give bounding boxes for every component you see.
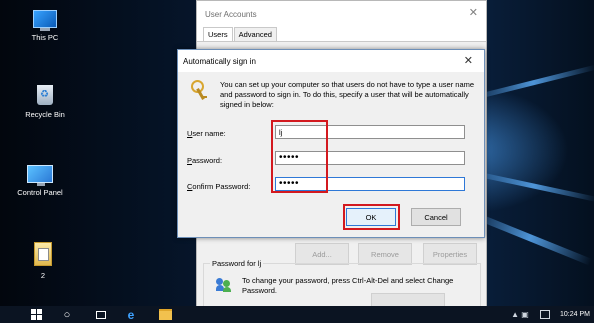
desktop-icon-file-2[interactable]: 2 bbox=[8, 242, 78, 280]
file-icon bbox=[34, 242, 52, 266]
dialog-titlebar: Automatically sign in ✕ bbox=[178, 50, 484, 72]
light-beam bbox=[469, 64, 594, 101]
keys-icon bbox=[190, 80, 210, 102]
window-title: User Accounts bbox=[205, 10, 257, 19]
tab-users[interactable]: Users bbox=[203, 27, 233, 41]
taskbar-clock[interactable]: 10:24 PM bbox=[560, 308, 594, 321]
light-beam bbox=[469, 170, 594, 202]
tab-bar: Users Advanced bbox=[203, 27, 278, 41]
password-label: Password: bbox=[187, 156, 223, 165]
user-name-label: User name: bbox=[187, 129, 226, 138]
password-group-legend: Password for lj bbox=[210, 259, 264, 268]
remove-user-button[interactable]: Remove bbox=[358, 243, 412, 265]
desktop-icon-label: Recycle Bin bbox=[25, 110, 65, 119]
annotation-highlight-fields bbox=[271, 120, 328, 193]
desktop-icon-control-panel[interactable]: Control Panel bbox=[5, 165, 75, 197]
taskbar: ○ e ▲ ▣ 10:24 PM bbox=[0, 306, 594, 323]
dialog-info-text: You can set up your computer so that use… bbox=[220, 80, 475, 109]
properties-button[interactable]: Properties bbox=[423, 243, 477, 265]
users-icon bbox=[216, 278, 232, 292]
recycle-bin-icon bbox=[37, 85, 53, 105]
edge-browser-icon[interactable]: e bbox=[124, 308, 138, 322]
search-icon[interactable]: ○ bbox=[60, 308, 74, 321]
close-icon[interactable]: ✕ bbox=[464, 54, 473, 67]
desktop-icon-label: This PC bbox=[31, 33, 59, 42]
desktop-icon-recycle-bin[interactable]: Recycle Bin bbox=[10, 85, 80, 119]
notifications-icon[interactable] bbox=[538, 308, 552, 321]
add-user-button[interactable]: Add... bbox=[295, 243, 349, 265]
this-pc-icon bbox=[33, 10, 57, 31]
close-icon[interactable]: ✕ bbox=[469, 6, 478, 19]
system-tray-icons[interactable]: ▲ ▣ bbox=[502, 308, 538, 321]
desktop-icon-this-pc[interactable]: This PC bbox=[10, 10, 80, 42]
auto-signin-dialog: Automatically sign in ✕ You can set up y… bbox=[177, 49, 485, 238]
light-beam bbox=[468, 210, 592, 266]
file-explorer-icon[interactable] bbox=[157, 308, 173, 321]
tab-advanced[interactable]: Advanced bbox=[233, 27, 277, 41]
dialog-title: Automatically sign in bbox=[183, 57, 256, 66]
task-view-icon[interactable] bbox=[94, 308, 108, 321]
cancel-button[interactable]: Cancel bbox=[411, 208, 461, 226]
desktop-icon-label: 2 bbox=[40, 271, 46, 280]
confirm-password-label: Confirm Password: bbox=[187, 182, 251, 191]
user-accounts-titlebar: User Accounts ✕ bbox=[197, 1, 486, 27]
control-panel-icon bbox=[27, 165, 53, 186]
annotation-highlight-ok bbox=[343, 204, 400, 230]
desktop-icon-label: Control Panel bbox=[17, 188, 63, 197]
windows-start-icon[interactable] bbox=[30, 308, 42, 321]
